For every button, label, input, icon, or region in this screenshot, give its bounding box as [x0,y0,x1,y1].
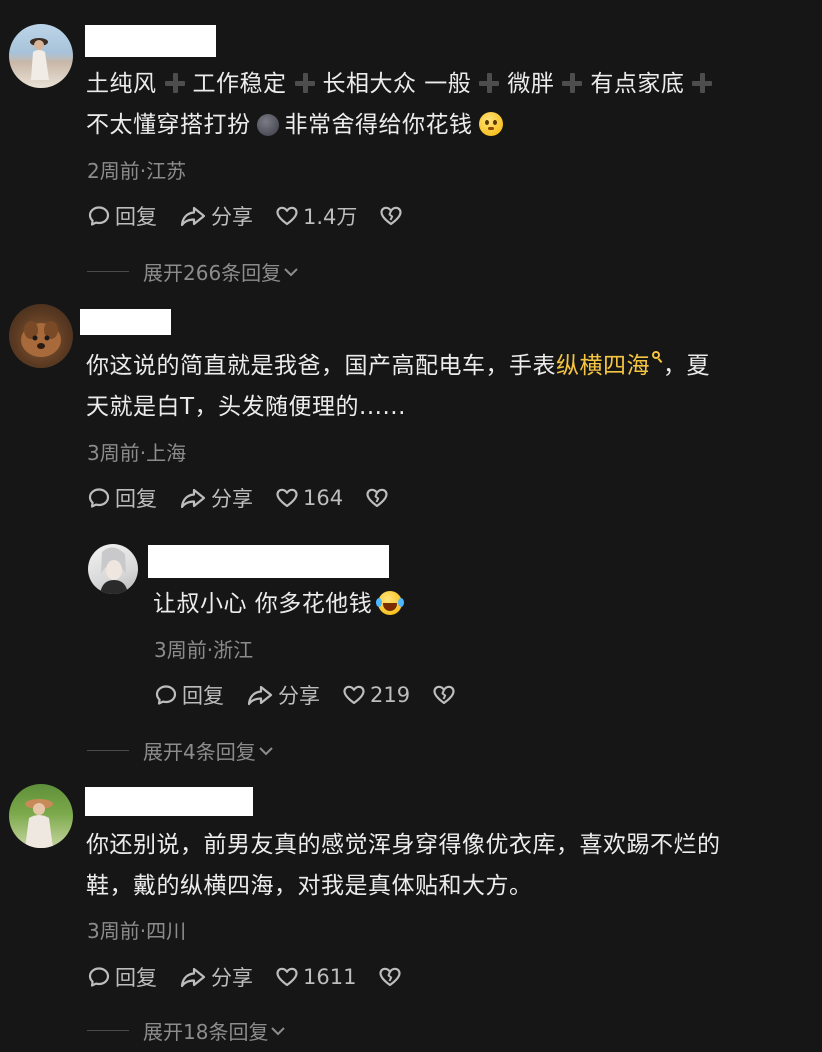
divider [87,750,129,751]
avatar[interactable] [9,304,73,368]
divider [87,1030,129,1031]
heart-icon [276,206,298,226]
heart-icon [343,685,365,705]
avatar[interactable] [9,24,73,88]
comment-meta: 3周前·四川 [87,919,187,943]
heart-icon [276,967,298,987]
dislike-button[interactable] [379,204,407,228]
divider [87,271,129,272]
like-button[interactable]: 1.4万 [275,201,357,231]
comment-line-1: 你这说的简直就是我爸，国产高配电车，手表纵横四海 ，夏 [86,351,710,379]
reply-button[interactable]: 回复 [87,962,157,992]
plus-emoji-icon [692,73,713,93]
plus-emoji-icon [479,73,500,93]
expand-replies-button[interactable]: 展开4条回复 [87,736,276,765]
comment-meta: 3周前·上海 [87,441,187,465]
dislike-button[interactable] [378,965,406,989]
like-button[interactable]: 219 [342,683,410,707]
comment-bubble-icon [88,206,110,226]
like-button[interactable]: 1611 [275,965,356,989]
chevron-down-icon [259,746,273,755]
comment-line-1: 你还别说，前男友真的感觉浑身穿得像优衣库，喜欢踢不烂的 [86,832,721,858]
username-redacted[interactable] [148,545,389,578]
comment-line-2: 天就是白T，头发随便理的...... [86,394,406,420]
chevron-down-icon [284,267,298,276]
comment-text: 土纯风 工作稳定 长相大众 一般 微胖 有点家底 不太懂穿搭打扮 非常舍得给你花钱 [86,64,806,146]
search-link-zonghengsihai[interactable]: 纵横四海 [556,353,650,379]
like-button[interactable]: 164 [275,486,343,510]
reply-button[interactable]: 回复 [87,201,157,231]
comment-bubble-icon [155,685,177,705]
comment-actions: 回复 分享 1611 [87,963,428,991]
plus-emoji-icon [294,73,315,93]
comment-text: 你这说的简直就是我爸，国产高配电车，手表纵横四海 ，夏 天就是白T，头发随便理的.… [86,346,806,428]
broken-heart-icon [366,488,388,508]
reply-button[interactable]: 回复 [154,680,224,710]
share-button[interactable]: 分享 [179,962,253,992]
moon-emoji-icon [256,114,279,136]
expand-replies-button[interactable]: 展开18条回复 [87,1016,288,1045]
expand-replies-button[interactable]: 展开266条回复 [87,257,301,286]
share-button[interactable]: 分享 [179,483,253,513]
broken-heart-icon [380,206,403,226]
dislike-button[interactable] [432,683,460,707]
username-redacted[interactable] [85,25,216,57]
comment-line-2: 不太懂穿搭打扮 非常舍得给你花钱 [86,105,806,146]
broken-heart-icon [433,685,455,705]
search-icon[interactable] [651,351,663,365]
broken-heart-icon [379,967,402,987]
comment-actions: 回复 分享 1.4万 [87,202,429,230]
comment-bubble-icon [88,488,110,508]
comment-text: 你还别说，前男友真的感觉浑身穿得像优衣库，喜欢踢不烂的 鞋，戴的纵横四海，对我是… [86,825,806,907]
plus-emoji-icon [562,73,583,93]
share-arrow-icon [247,685,273,706]
reply-meta: 3周前·浙江 [154,638,254,662]
avatar[interactable] [9,784,73,848]
comment-meta: 2周前·江苏 [87,159,187,183]
comment-line-1: 土纯风 工作稳定 长相大众 一般 微胖 有点家底 [86,64,806,105]
reply-actions: 回复 分享 219 [154,681,482,709]
username-redacted[interactable] [80,309,171,335]
comment-line-2: 鞋，戴的纵横四海，对我是真体贴和大方。 [86,873,533,899]
share-button[interactable]: 分享 [246,680,320,710]
chevron-down-icon [271,1026,286,1035]
reply-text: 让叔小心 你多花他钱 [153,584,793,625]
pleading-face-emoji-icon [478,112,503,136]
username-redacted[interactable] [85,787,253,816]
plus-emoji-icon [164,73,185,93]
avatar[interactable] [88,544,138,594]
share-arrow-icon [180,967,206,988]
comment-list: 土纯风 工作稳定 长相大众 一般 微胖 有点家底 不太懂穿搭打扮 非常舍得给你花钱 2周前… [0,0,822,1052]
comment-bubble-icon [88,967,110,987]
laughing-crying-emoji-icon [376,591,405,615]
reply-button[interactable]: 回复 [87,483,157,513]
comment-actions: 回复 分享 164 [87,484,415,512]
dislike-button[interactable] [365,486,393,510]
heart-icon [276,488,298,508]
share-button[interactable]: 分享 [179,201,253,231]
share-arrow-icon [180,488,206,509]
share-arrow-icon [180,206,206,227]
